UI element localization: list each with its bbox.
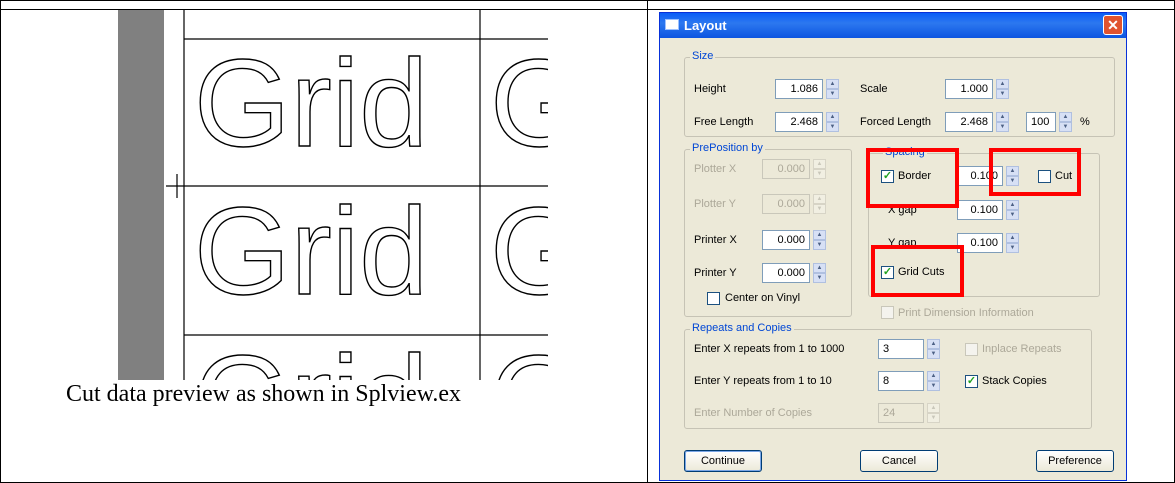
preview-canvas: Grid Grid Grid Grid Grid Grid Grid Grid <box>118 10 548 380</box>
preposition-group-label: PrePosition by <box>690 142 765 154</box>
spin-down-icon[interactable]: ▼ <box>813 204 826 214</box>
stack-copies-label: Stack Copies <box>982 375 1047 387</box>
inplace-repeats-label: Inplace Repeats <box>982 343 1062 355</box>
free-length-field[interactable]: 2.468 <box>775 112 823 132</box>
spin-up-icon[interactable]: ▲ <box>826 79 839 89</box>
preview-caption: Cut data preview as shown in Splview.ex <box>66 381 462 407</box>
cancel-button[interactable]: Cancel <box>860 450 938 472</box>
printer-y-spinner[interactable]: ▲ ▼ <box>813 263 826 283</box>
spin-down-icon[interactable]: ▼ <box>996 122 1009 132</box>
continue-button[interactable]: Continue <box>684 450 762 472</box>
spin-up-icon[interactable]: ▲ <box>1006 200 1019 210</box>
spin-up-icon[interactable]: ▲ <box>813 263 826 273</box>
close-button[interactable]: ✕ <box>1103 15 1123 35</box>
cut-data-preview: Grid Grid Grid Grid Grid Grid Grid Grid <box>118 10 548 380</box>
printer-y-label: Printer Y <box>694 267 737 279</box>
repeats-group-label: Repeats and Copies <box>690 322 794 334</box>
height-spinner[interactable]: ▲ ▼ <box>826 79 839 99</box>
spin-up-icon[interactable]: ▲ <box>996 79 1009 89</box>
spin-down-icon[interactable]: ▼ <box>826 122 839 132</box>
spin-up-icon[interactable]: ▲ <box>927 403 940 413</box>
copies-spinner[interactable]: ▲ ▼ <box>927 403 940 423</box>
forced-length-field[interactable]: 2.468 <box>945 112 993 132</box>
percent-symbol: % <box>1080 116 1090 128</box>
dialog-title: Layout <box>684 18 727 33</box>
inplace-repeats-checkbox[interactable] <box>965 343 978 356</box>
scale-label: Scale <box>860 83 888 95</box>
print-dimension-checkbox[interactable] <box>881 306 894 319</box>
spin-down-icon[interactable]: ▼ <box>813 240 826 250</box>
percent-spinner[interactable]: ▲ ▼ <box>1059 112 1072 132</box>
print-dimension-label: Print Dimension Information <box>898 307 1034 319</box>
grid-cuts-highlight-box <box>871 245 964 297</box>
printer-x-field[interactable]: 0.000 <box>762 230 810 250</box>
column-divider <box>647 0 648 483</box>
grid-text-row1: Grid <box>194 35 428 173</box>
spin-up-icon[interactable]: ▲ <box>813 194 826 204</box>
grid-text-row2-partial: Grid <box>490 183 548 321</box>
plotter-y-label: Plotter Y <box>694 198 736 210</box>
grid-text-row3: Grid <box>194 331 428 380</box>
y-gap-spinner[interactable]: ▲ ▼ <box>1006 233 1019 253</box>
stack-copies-checkbox[interactable]: ✓ <box>965 375 978 388</box>
y-repeats-spinner[interactable]: ▲ ▼ <box>927 371 940 391</box>
size-group-label: Size <box>690 50 716 62</box>
scale-spinner[interactable]: ▲ ▼ <box>996 79 1009 99</box>
spin-down-icon[interactable]: ▼ <box>1006 243 1019 253</box>
preference-button[interactable]: Preference <box>1036 450 1114 472</box>
x-repeats-label: Enter X repeats from 1 to 1000 <box>694 343 845 355</box>
spin-up-icon[interactable]: ▲ <box>996 112 1009 122</box>
spin-up-icon[interactable]: ▲ <box>813 230 826 240</box>
y-repeats-label: Enter Y repeats from 1 to 10 <box>694 375 832 387</box>
center-on-vinyl-label: Center on Vinyl <box>725 292 801 304</box>
spin-up-icon[interactable]: ▲ <box>927 371 940 381</box>
x-repeats-field[interactable]: 3 <box>878 339 924 359</box>
x-repeats-spinner[interactable]: ▲ ▼ <box>927 339 940 359</box>
spin-down-icon[interactable]: ▼ <box>1059 122 1072 132</box>
x-gap-field[interactable]: 0.100 <box>957 200 1003 220</box>
height-field[interactable]: 1.086 <box>775 79 823 99</box>
spin-down-icon[interactable]: ▼ <box>996 89 1009 99</box>
spin-up-icon[interactable]: ▲ <box>813 159 826 169</box>
cut-highlight-box <box>989 148 1081 196</box>
x-gap-spinner[interactable]: ▲ ▼ <box>1006 200 1019 220</box>
plotter-x-field[interactable]: 0.000 <box>762 159 810 179</box>
free-length-label: Free Length <box>694 116 754 128</box>
spin-down-icon[interactable]: ▼ <box>927 381 940 391</box>
spin-up-icon[interactable]: ▲ <box>927 339 940 349</box>
percent-field[interactable]: 100 <box>1026 112 1056 132</box>
plotter-x-spinner[interactable]: ▲ ▼ <box>813 159 826 179</box>
spin-down-icon[interactable]: ▼ <box>927 349 940 359</box>
height-label: Height <box>694 83 726 95</box>
spin-up-icon[interactable]: ▲ <box>1059 112 1072 122</box>
plotter-y-spinner[interactable]: ▲ ▼ <box>813 194 826 214</box>
forced-length-spinner[interactable]: ▲ ▼ <box>996 112 1009 132</box>
printer-y-field[interactable]: 0.000 <box>762 263 810 283</box>
center-on-vinyl-checkbox[interactable] <box>707 292 720 305</box>
border-highlight-box <box>866 148 959 208</box>
spin-up-icon[interactable]: ▲ <box>826 112 839 122</box>
copies-label: Enter Number of Copies <box>694 407 812 419</box>
copies-field[interactable]: 24 <box>878 403 924 423</box>
gray-margin-bar <box>118 10 164 380</box>
grid-text-row3-partial: Grid <box>490 331 548 380</box>
forced-length-label: Forced Length <box>860 116 931 128</box>
spin-down-icon[interactable]: ▼ <box>826 89 839 99</box>
spin-down-icon[interactable]: ▼ <box>1006 210 1019 220</box>
scale-field[interactable]: 1.000 <box>945 79 993 99</box>
spin-down-icon[interactable]: ▼ <box>813 273 826 283</box>
grid-text-row1-partial: Grid <box>490 35 548 173</box>
spin-up-icon[interactable]: ▲ <box>1006 233 1019 243</box>
window-icon <box>665 19 679 30</box>
grid-text-row2: Grid <box>194 183 428 321</box>
plotter-x-label: Plotter X <box>694 163 737 175</box>
y-repeats-field[interactable]: 8 <box>878 371 924 391</box>
spin-down-icon[interactable]: ▼ <box>927 413 940 423</box>
free-length-spinner[interactable]: ▲ ▼ <box>826 112 839 132</box>
printer-x-label: Printer X <box>694 234 737 246</box>
printer-x-spinner[interactable]: ▲ ▼ <box>813 230 826 250</box>
spin-down-icon[interactable]: ▼ <box>813 169 826 179</box>
dialog-titlebar[interactable]: Layout ✕ <box>660 13 1126 38</box>
plotter-y-field[interactable]: 0.000 <box>762 194 810 214</box>
